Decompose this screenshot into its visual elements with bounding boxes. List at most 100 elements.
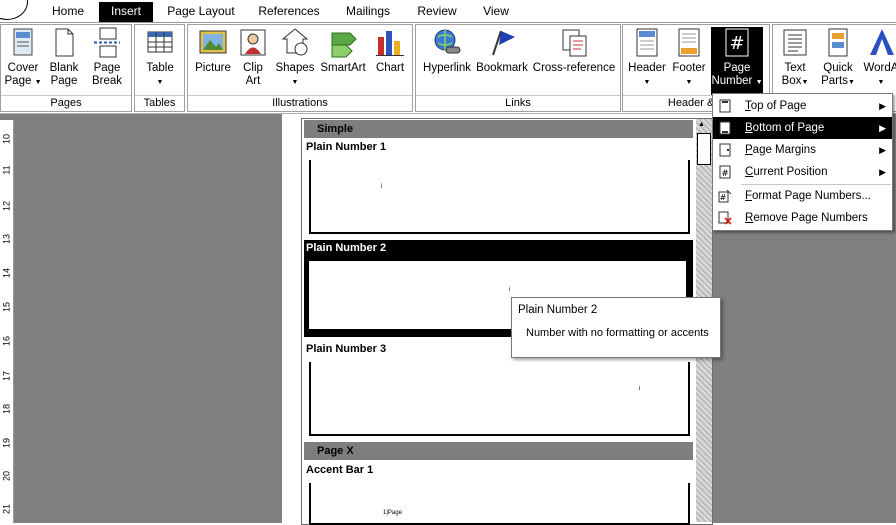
- wordart-icon: [870, 29, 894, 55]
- page-number-button[interactable]: # Page Number ▼: [711, 27, 763, 95]
- blank-page-icon: [55, 28, 74, 57]
- menu-item-bottom-of-page[interactable]: Bottom of Page ▶: [713, 117, 892, 139]
- picture-button[interactable]: Picture: [192, 27, 234, 75]
- thumb-page-mark: 1|Page: [383, 510, 402, 516]
- tab-insert[interactable]: Insert: [99, 2, 153, 22]
- hyperlink-button[interactable]: Hyperlink: [419, 27, 475, 75]
- office-button[interactable]: [0, 0, 28, 20]
- group-label-illustrations: Illustrations: [188, 95, 412, 110]
- blank-page-button[interactable]: Blank Page: [45, 27, 83, 88]
- gallery-item-title: Plain Number 2: [306, 242, 387, 254]
- page-break-icon: [94, 27, 120, 58]
- submenu-arrow-icon: ▶: [879, 167, 886, 177]
- ruler-number: 14: [1, 268, 12, 279]
- ruler-number: 13: [1, 234, 12, 245]
- group-label-tables: Tables: [135, 95, 184, 110]
- ruler-number: 11: [1, 165, 12, 175]
- ruler-number: 16: [1, 336, 12, 347]
- scrollbar-thumb[interactable]: [697, 133, 711, 165]
- gallery-item-plain-number-1[interactable]: i: [309, 160, 690, 234]
- chart-button[interactable]: Chart: [370, 27, 410, 75]
- remove-page-numbers-icon: [718, 211, 732, 225]
- group-tables: Table ▼ Tables: [134, 24, 185, 112]
- vertical-ruler: 10 11 12 13 14 15 16 17 18 19 20 21: [0, 120, 14, 523]
- menu-item-current-position[interactable]: # Current Position ▶: [713, 161, 892, 183]
- gallery-item-plain-number-3[interactable]: i: [309, 362, 690, 436]
- gallery-section-header: Simple: [304, 120, 693, 138]
- page-number-menu: Top of Page ▶ Bottom of Page ▶ Page Marg…: [712, 93, 893, 231]
- gallery-section-header: Page X: [304, 442, 693, 460]
- tab-mailings[interactable]: Mailings: [338, 2, 398, 22]
- ruler-number: 15: [1, 302, 12, 313]
- header-icon: [636, 28, 658, 57]
- group-links: Hyperlink Bookmark Cross-reference Links: [415, 24, 621, 112]
- wordart-button[interactable]: WordA ▼: [861, 27, 896, 89]
- tab-references[interactable]: References: [253, 2, 325, 22]
- footer-button[interactable]: Footer ▼: [669, 27, 709, 89]
- gallery-item-accent-bar-1[interactable]: 1|Page: [309, 483, 690, 525]
- bookmark-button[interactable]: Bookmark: [474, 27, 530, 75]
- current-position-icon: #: [719, 165, 731, 179]
- table-icon: [147, 31, 173, 53]
- shapes-button[interactable]: Shapes ▼: [274, 27, 316, 89]
- ruler-number: 20: [1, 471, 12, 482]
- ruler-number: 21: [1, 504, 12, 515]
- page-break-button[interactable]: Page Break: [85, 27, 129, 88]
- menu-item-top-of-page[interactable]: Top of Page ▶: [713, 95, 892, 117]
- format-page-numbers-icon: #: [718, 189, 732, 203]
- menu-item-format-page-numbers[interactable]: # Format Page Numbers...: [713, 185, 892, 207]
- ruler-number: 18: [1, 404, 12, 415]
- smartart-button[interactable]: SmartArt: [318, 27, 368, 75]
- thumb-page-mark: i: [509, 287, 511, 293]
- tab-page-layout[interactable]: Page Layout: [162, 2, 240, 22]
- picture-icon: [199, 30, 227, 54]
- clip-art-button[interactable]: Clip Art: [236, 27, 270, 88]
- cross-reference-button[interactable]: Cross-reference: [530, 27, 618, 75]
- ruler-number: 12: [1, 201, 12, 212]
- page-margins-icon: [719, 143, 731, 157]
- thumb-page-mark: i: [639, 386, 641, 392]
- bottom-of-page-icon: [719, 121, 731, 135]
- group-label-pages: Pages: [1, 95, 131, 110]
- text-box-button[interactable]: Text Box▼: [775, 27, 815, 89]
- group-illustrations: Picture Clip Art Shapes ▼ SmartArt Chart…: [187, 24, 413, 112]
- smartart-icon: [331, 32, 357, 58]
- submenu-arrow-icon: ▶: [879, 145, 886, 155]
- quick-parts-button[interactable]: Quick Parts▼: [817, 27, 859, 89]
- tooltip-description: Number with no formatting or accents: [526, 327, 709, 339]
- gallery-tooltip: Plain Number 2 Number with no formatting…: [511, 297, 721, 358]
- cover-page-button[interactable]: Cover Page ▼: [3, 27, 43, 89]
- cross-reference-icon: [562, 29, 587, 57]
- text-box-icon: [783, 29, 807, 56]
- footer-icon: [678, 28, 700, 57]
- bookmark-icon: [492, 30, 515, 56]
- thumb-page-mark: i: [381, 184, 383, 190]
- submenu-arrow-icon: ▶: [879, 101, 886, 111]
- hyperlink-icon: [434, 29, 461, 54]
- group-label-links: Links: [416, 95, 620, 110]
- menu-item-page-margins[interactable]: Page Margins ▶: [713, 139, 892, 161]
- top-of-page-icon: [719, 99, 731, 113]
- scroll-up-arrow-icon[interactable]: ▲: [698, 121, 705, 128]
- chart-icon: [376, 31, 404, 56]
- ribbon-tab-bar: Home Insert Page Layout References Maili…: [0, 0, 896, 23]
- quick-parts-icon: [828, 28, 848, 57]
- svg-text:#: #: [720, 193, 727, 202]
- tab-view[interactable]: View: [474, 2, 518, 22]
- tab-home[interactable]: Home: [41, 2, 95, 22]
- tab-review[interactable]: Review: [410, 2, 464, 22]
- table-button[interactable]: Table ▼: [138, 27, 182, 89]
- clip-art-icon: [240, 29, 266, 56]
- header-button[interactable]: Header ▼: [626, 27, 668, 89]
- ruler-number: 10: [1, 134, 12, 145]
- page-number-icon: #: [725, 28, 749, 57]
- menu-item-remove-page-numbers[interactable]: Remove Page Numbers: [713, 207, 892, 229]
- ruler-number: 19: [1, 438, 12, 449]
- submenu-arrow-icon: ▶: [879, 123, 886, 133]
- tooltip-title: Plain Number 2: [518, 304, 598, 316]
- group-pages: Cover Page ▼ Blank Page Page Break Pages: [0, 24, 132, 112]
- svg-text:#: #: [729, 33, 744, 54]
- cover-page-icon: [13, 28, 33, 56]
- svg-text:#: #: [721, 169, 729, 179]
- shapes-icon: [281, 28, 309, 56]
